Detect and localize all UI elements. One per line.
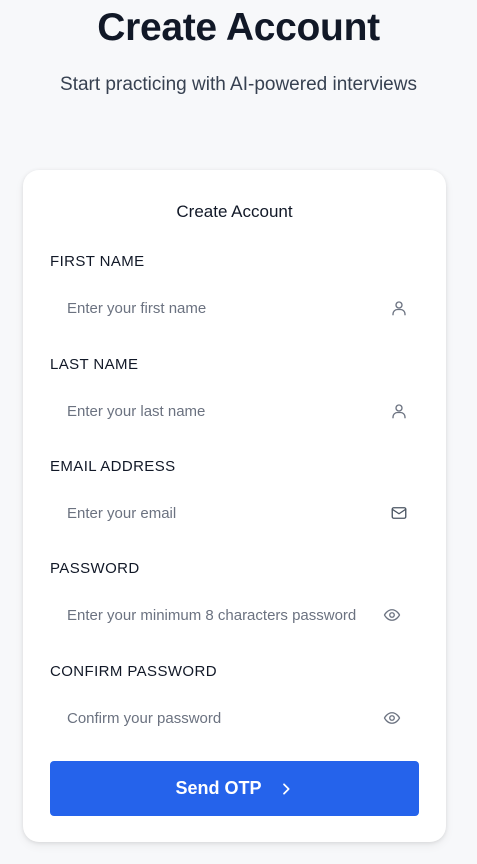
confirm-password-input[interactable] xyxy=(50,696,419,740)
confirm-password-field: CONFIRM PASSWORD xyxy=(50,662,419,740)
email-label: EMAIL ADDRESS xyxy=(50,458,176,475)
last-name-field: LAST NAME xyxy=(50,355,419,433)
page-title: Create Account xyxy=(97,6,380,49)
confirm-password-label: CONFIRM PASSWORD xyxy=(50,663,217,680)
password-input[interactable] xyxy=(50,593,419,637)
password-input-wrap xyxy=(50,593,419,637)
eye-icon[interactable] xyxy=(382,605,402,625)
card-title: Create Account xyxy=(176,202,293,221)
email-input[interactable] xyxy=(50,491,419,535)
first-name-input[interactable] xyxy=(50,286,419,330)
last-name-input[interactable] xyxy=(50,389,419,433)
confirm-password-input-wrap xyxy=(50,696,419,740)
first-name-input-wrap xyxy=(50,286,419,330)
send-otp-button[interactable]: Send OTP xyxy=(50,761,419,816)
user-icon xyxy=(389,401,409,421)
signup-card: Create Account FIRST NAME LAST NAME EMAI… xyxy=(23,170,446,842)
last-name-label: LAST NAME xyxy=(50,356,139,373)
email-input-wrap xyxy=(50,491,419,535)
last-name-input-wrap xyxy=(50,389,419,433)
email-field: EMAIL ADDRESS xyxy=(50,457,419,535)
page-subtitle: Start practicing with AI-powered intervi… xyxy=(60,74,417,95)
user-icon xyxy=(389,298,409,318)
chevron-right-icon xyxy=(282,782,290,795)
mail-icon xyxy=(389,503,409,523)
first-name-label: FIRST NAME xyxy=(50,253,145,270)
password-label: PASSWORD xyxy=(50,560,140,577)
password-field: PASSWORD xyxy=(50,559,419,637)
send-otp-label: Send OTP xyxy=(175,778,262,798)
first-name-field: FIRST NAME xyxy=(50,252,419,330)
eye-icon[interactable] xyxy=(382,708,402,728)
